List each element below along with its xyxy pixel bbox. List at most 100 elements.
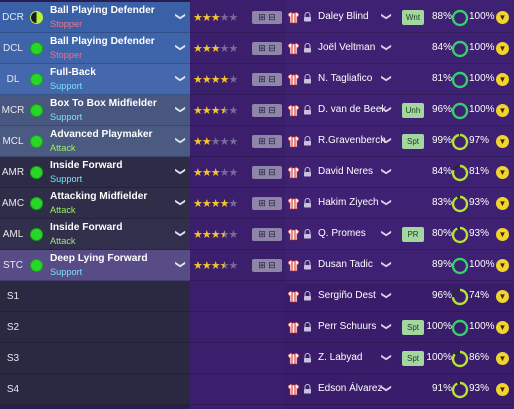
- chevron-down-icon[interactable]: ❯: [175, 260, 186, 268]
- chevron-down-icon[interactable]: ❯: [175, 43, 186, 51]
- chevron-down-icon[interactable]: ❯: [381, 136, 392, 144]
- position-label: S3: [6, 353, 20, 364]
- squad-row[interactable]: MCR Box To Box Midfielder Support ❯ ★★★★★ ⊞ ⊟…: [0, 95, 514, 126]
- player-name[interactable]: Perr Schuurs: [318, 321, 376, 332]
- role-name[interactable]: Advanced Playmaker: [50, 129, 153, 140]
- chevron-down-icon[interactable]: ❯: [381, 229, 392, 237]
- chevron-down-icon[interactable]: ❯: [381, 12, 392, 20]
- chevron-down-icon[interactable]: ❯: [381, 198, 392, 206]
- role-name[interactable]: Box To Box Midfielder: [50, 98, 157, 109]
- player-name[interactable]: N. Tagliafico: [318, 73, 372, 84]
- squad-row[interactable]: MCL Advanced Playmaker Attack ❯ ★★★★★ ⊞ ⊟ R.Gr…: [0, 126, 514, 157]
- chevron-down-icon[interactable]: ❯: [175, 229, 186, 237]
- player-name[interactable]: R.Gravenberch: [318, 135, 386, 146]
- role-name[interactable]: Full-Back: [50, 67, 96, 78]
- player-name[interactable]: Q. Promes: [318, 228, 366, 239]
- role-name[interactable]: Ball Playing Defender: [50, 5, 155, 16]
- player-name[interactable]: Daley Blind: [318, 11, 369, 22]
- player-instructions-icon[interactable]: ⊞ ⊟: [252, 197, 282, 210]
- player-pin-icon[interactable]: [303, 353, 312, 363]
- chevron-down-icon[interactable]: ❯: [175, 12, 186, 20]
- familiarity-dot-icon: [30, 259, 43, 272]
- role-name[interactable]: Inside Forward: [50, 160, 122, 171]
- chevron-down-icon[interactable]: ❯: [381, 167, 392, 175]
- player-pin-icon[interactable]: [303, 12, 312, 22]
- player-name[interactable]: D. van de Beek: [318, 104, 386, 115]
- player-name[interactable]: David Neres: [318, 166, 373, 177]
- familiarity-dot-icon: [30, 104, 43, 117]
- player-pin-icon[interactable]: [303, 105, 312, 115]
- chevron-down-icon[interactable]: ❯: [175, 74, 186, 82]
- player-pin-icon[interactable]: [303, 384, 312, 394]
- player-instructions-icon[interactable]: ⊞ ⊟: [252, 135, 282, 148]
- role-name[interactable]: Ball Playing Defender: [50, 36, 155, 47]
- player-name[interactable]: Edson Álvarez: [318, 383, 382, 394]
- player-pin-icon[interactable]: [303, 198, 312, 208]
- squad-row[interactable]: STC Deep Lying Forward Support ❯ ★★★★★ ⊞ ⊟ Dus…: [0, 250, 514, 281]
- position-label: DCL: [2, 43, 23, 54]
- match-sharpness-ring: [451, 257, 469, 275]
- squad-row[interactable]: S2 Perr Schuurs ❯ Spt 100% 100% ▼: [0, 312, 514, 343]
- player-instructions-icon[interactable]: ⊞ ⊟: [252, 259, 282, 272]
- player-instructions-icon[interactable]: ⊞ ⊟: [252, 228, 282, 241]
- player-instructions-icon[interactable]: ⊞ ⊟: [252, 166, 282, 179]
- role-name[interactable]: Attacking Midfielder: [50, 191, 147, 202]
- star-icon: ★: [219, 12, 230, 24]
- player-name[interactable]: Sergiño Dest: [318, 290, 376, 301]
- player-name[interactable]: Z. Labyad: [318, 352, 362, 363]
- chevron-down-icon[interactable]: ❯: [381, 353, 392, 361]
- player-name[interactable]: Dusan Tadic: [318, 259, 373, 270]
- chevron-down-icon[interactable]: ❯: [381, 260, 392, 268]
- team-shirt-icon: [287, 11, 300, 24]
- player-instructions-icon[interactable]: ⊞ ⊟: [252, 42, 282, 55]
- squad-row[interactable]: DL Full-Back Support ❯ ★★★★★ ⊞ ⊟ N. Tagliafico…: [0, 64, 514, 95]
- chevron-down-icon[interactable]: ❯: [381, 74, 392, 82]
- familiarity-dot-icon: [30, 42, 43, 55]
- chevron-down-icon[interactable]: ❯: [381, 291, 392, 299]
- morale-arrow-icon: ▼: [496, 197, 509, 210]
- player-pin-icon[interactable]: [303, 322, 312, 332]
- player-instructions-icon[interactable]: ⊞ ⊟: [252, 73, 282, 86]
- squad-row[interactable]: DCR Ball Playing Defender Stopper ❯ ★★★★★ ⊞ ⊟…: [0, 2, 514, 33]
- squad-row[interactable]: AMR Inside Forward Support ❯ ★★★★★ ⊞ ⊟ David N…: [0, 157, 514, 188]
- status-badge: Spt: [402, 320, 424, 335]
- condition-value: 100%: [426, 321, 452, 332]
- star-icon: ★: [201, 12, 212, 24]
- star-icon: ★: [201, 198, 212, 210]
- squad-row[interactable]: S3 Z. Labyad ❯ Spt 100% 86% ▼: [0, 343, 514, 374]
- chevron-down-icon[interactable]: ❯: [175, 105, 186, 113]
- squad-row[interactable]: S4 Edson Álvarez ❯ 91% 93% ▼: [0, 374, 514, 405]
- player-name[interactable]: Joël Veltman: [318, 42, 375, 53]
- role-name[interactable]: Inside Forward: [50, 222, 122, 233]
- chevron-down-icon[interactable]: ❯: [381, 43, 392, 51]
- player-pin-icon[interactable]: [303, 260, 312, 270]
- player-instructions-icon[interactable]: ⊞ ⊟: [252, 104, 282, 117]
- player-pin-icon[interactable]: [303, 43, 312, 53]
- position-label: AMC: [1, 198, 25, 209]
- chevron-down-icon[interactable]: ❯: [175, 136, 186, 144]
- role-rating-stars: ★★★★★: [193, 73, 238, 86]
- star-icon: ★: [201, 43, 212, 55]
- familiarity-dot-icon: [30, 73, 43, 86]
- player-pin-icon[interactable]: [303, 291, 312, 301]
- match-sharpness-ring: [451, 319, 469, 337]
- player-instructions-icon[interactable]: ⊞ ⊟: [252, 11, 282, 24]
- chevron-down-icon[interactable]: ❯: [175, 167, 186, 175]
- squad-row[interactable]: DCL Ball Playing Defender Stopper ❯ ★★★★★ ⊞ ⊟…: [0, 33, 514, 64]
- squad-row[interactable]: AMC Attacking Midfielder Attack ❯ ★★★★★ ⊞ ⊟ Ha…: [0, 188, 514, 219]
- player-name[interactable]: Hakim Ziyech: [318, 197, 379, 208]
- chevron-down-icon[interactable]: ❯: [381, 384, 392, 392]
- position-label: DL: [6, 74, 20, 85]
- player-pin-icon[interactable]: [303, 167, 312, 177]
- player-pin-icon[interactable]: [303, 229, 312, 239]
- player-pin-icon[interactable]: [303, 74, 312, 84]
- role-rating-stars: ★★★★★: [193, 11, 238, 24]
- squad-row[interactable]: AML Inside Forward Attack ❯ ★★★★★ ⊞ ⊟ Q. Prome…: [0, 219, 514, 250]
- star-icon: ★: [210, 198, 221, 210]
- squad-row[interactable]: S1 Sergiño Dest ❯ 96% 74% ▼: [0, 281, 514, 312]
- role-name[interactable]: Deep Lying Forward: [50, 253, 148, 264]
- chevron-down-icon[interactable]: ❯: [381, 322, 392, 330]
- chevron-down-icon[interactable]: ❯: [381, 105, 392, 113]
- chevron-down-icon[interactable]: ❯: [175, 198, 186, 206]
- player-pin-icon[interactable]: [303, 136, 312, 146]
